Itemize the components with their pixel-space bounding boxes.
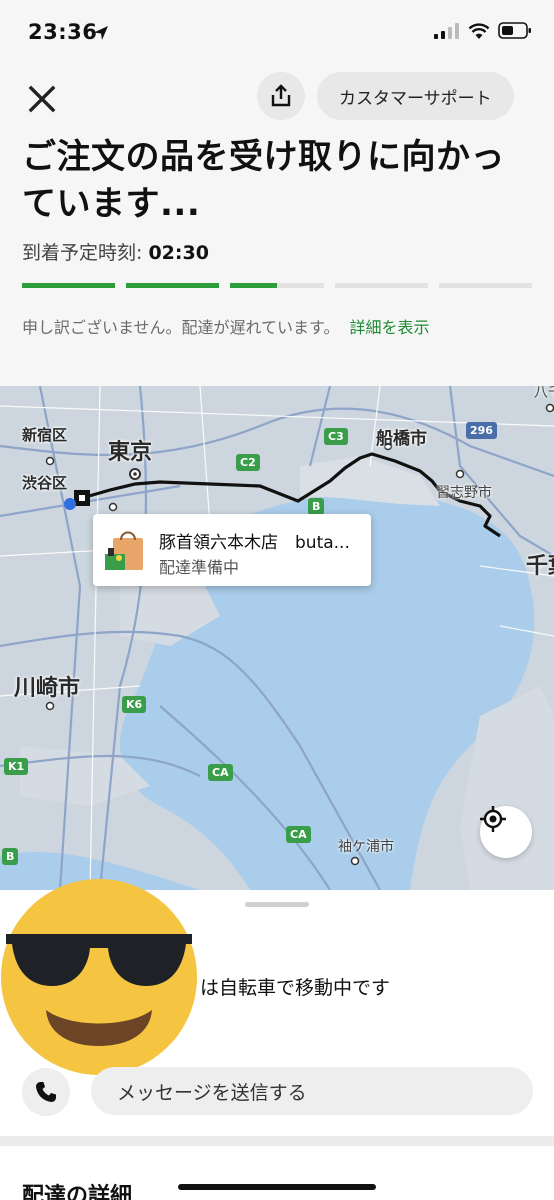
bottom-sheet: は自転車で移動中です メッセージを送信する 配達の詳細 <box>0 879 554 1200</box>
highway-shield: 296 <box>466 422 497 439</box>
home-indicator[interactable] <box>178 1184 376 1190</box>
status-icons <box>434 22 532 39</box>
share-button[interactable] <box>257 72 305 120</box>
progress-segment <box>438 283 533 288</box>
map-label-shinjuku: 新宿区 <box>22 426 68 444</box>
highway-shield: K6 <box>122 696 147 713</box>
highway-shield: C2 <box>236 454 260 471</box>
close-icon <box>28 85 56 113</box>
progress-segment <box>230 283 324 288</box>
share-icon <box>271 84 291 107</box>
highway-shield: B <box>2 848 19 865</box>
highway-shield: K1 <box>4 758 29 775</box>
shopping-bag-icon <box>105 531 143 570</box>
progress-segment-fill <box>126 283 220 288</box>
progress-segment <box>126 283 220 288</box>
status-bar: 23:36 <box>0 0 554 66</box>
battery-icon <box>498 22 531 39</box>
sunglasses-emoji-icon <box>1 879 197 1075</box>
call-courier-button[interactable] <box>22 1068 70 1116</box>
page-title: ご注文の品を受け取りに向かっています... <box>22 137 505 224</box>
progress-segment-fill <box>22 283 116 288</box>
eta-label: 到着予定時刻: <box>22 242 149 264</box>
map-graphic <box>0 386 554 890</box>
eta-row: 到着予定時刻: 02:30 <box>22 238 209 265</box>
progress-segment-fill <box>230 283 277 288</box>
delivery-progress-bar <box>22 283 533 288</box>
customer-support-button[interactable]: カスタマーサポート <box>317 72 514 120</box>
send-message-input[interactable]: メッセージを送信する <box>91 1067 533 1115</box>
status-time: 23:36 <box>28 20 97 44</box>
crosshair-icon <box>480 806 506 832</box>
map-label-sodegaura: 袖ケ浦市 <box>338 839 394 855</box>
recenter-location-button[interactable] <box>480 806 532 858</box>
delay-message-row: 申し訳ございません。配達が遅れています。 詳細を表示 <box>22 314 429 338</box>
delay-message: 申し訳ございません。配達が遅れています。 <box>22 318 340 337</box>
show-details-link[interactable]: 詳細を表示 <box>349 318 429 337</box>
progress-segment <box>22 283 116 288</box>
store-status: 配達準備中 <box>159 558 240 577</box>
sheet-drag-handle[interactable] <box>245 902 309 907</box>
section-divider <box>0 1136 554 1146</box>
progress-segment <box>334 283 428 288</box>
map-label-kawasaki: 川崎市 <box>14 676 81 701</box>
highway-shield: CA <box>208 764 233 781</box>
map-label-hachi: 八千 <box>534 386 554 401</box>
courier-status: は自転車で移動中です <box>200 977 391 999</box>
eta-value: 02:30 <box>148 242 209 264</box>
map-label-narashino: 習志野市 <box>436 485 492 501</box>
map-label-funabashi: 船橋市 <box>376 429 427 449</box>
location-arrow-icon <box>94 26 108 40</box>
phone-icon <box>36 1082 56 1102</box>
order-header: カスタマーサポート ご注文の品を受け取りに向かっています... 到着予定時刻: … <box>0 66 554 386</box>
signal-icon <box>434 22 459 39</box>
highway-shield: C3 <box>324 428 348 445</box>
map-label-chiba: 千葉 <box>526 554 554 579</box>
delivery-details-title: 配達の詳細 <box>22 1184 133 1200</box>
map-label-tokyo: 東京 <box>108 440 153 465</box>
highway-shield: CA <box>286 826 311 843</box>
store-name: 豚首領六本木店 buta... <box>159 533 350 553</box>
clock-text: 23:36 <box>28 20 98 44</box>
highway-shield: B <box>308 498 325 515</box>
map-label-shibuya: 渋谷区 <box>22 474 68 492</box>
wifi-icon <box>468 22 490 39</box>
delivery-map[interactable]: 新宿区 渋谷区 東京 船橋市 習志野市 川崎市 袖ケ浦市 千葉 八千 C3 C2… <box>0 386 554 890</box>
store-card[interactable]: 豚首領六本木店 buta... 配達準備中 <box>93 514 371 586</box>
close-button[interactable] <box>22 78 62 118</box>
